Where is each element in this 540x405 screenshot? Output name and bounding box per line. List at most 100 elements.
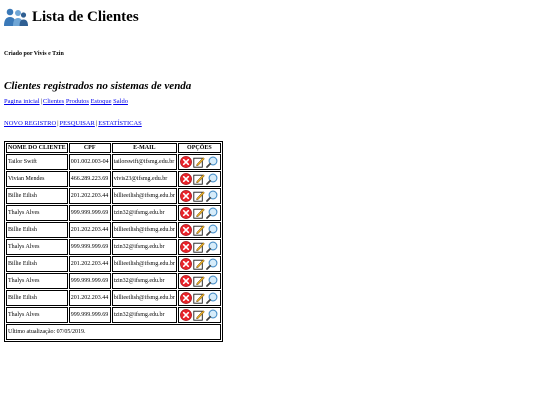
cell-email: tailorswift@ifsmg.edu.br bbox=[111, 154, 177, 170]
table-footer-row: Ultimo atualização: 07/05/2019. bbox=[6, 324, 221, 340]
cell-cpf: 201.202.203.44 bbox=[68, 256, 111, 272]
cell-nome: Thalys Alves bbox=[6, 307, 68, 323]
search-link[interactable]: PESQUISAR bbox=[60, 120, 95, 127]
cell-email: billieeilish@ifsmg.edu.br bbox=[111, 256, 177, 272]
search-icon[interactable] bbox=[205, 224, 218, 236]
cell-opcoes bbox=[177, 205, 221, 221]
cell-cpf: 201.202.203.44 bbox=[68, 188, 111, 204]
page-title: Lista de Clientes bbox=[32, 9, 139, 25]
cell-nome: Thalys Alves bbox=[6, 239, 68, 255]
edit-icon[interactable] bbox=[193, 309, 205, 321]
nav-link-clientes[interactable]: Clientes bbox=[43, 98, 64, 105]
delete-icon[interactable] bbox=[179, 275, 192, 287]
cell-opcoes bbox=[177, 290, 221, 306]
table-row: Billie Eilish 201.202.203.44 billieeilish@… bbox=[6, 290, 221, 306]
table-row: Tailor Swift 001.002.003-04 tailorswift@if… bbox=[6, 154, 221, 170]
cell-email: tzin32@ifsmg.edu.br bbox=[111, 307, 177, 323]
edit-icon[interactable] bbox=[193, 241, 205, 253]
nav-link-estoque[interactable]: Estoque bbox=[91, 98, 112, 105]
clients-table: NOME DO CLIENTE CPF E-MAIL OPÇÕES Tailor… bbox=[4, 141, 223, 342]
edit-icon[interactable] bbox=[193, 224, 205, 236]
delete-icon[interactable] bbox=[179, 156, 192, 168]
cell-nome: Vivian Mendes bbox=[6, 171, 68, 187]
cell-email: tzin32@ifsmg.edu.br bbox=[111, 239, 177, 255]
search-icon[interactable] bbox=[205, 292, 218, 304]
cell-email: tzin32@ifsmg.edu.br bbox=[111, 273, 177, 289]
page: Lista de Clientes Criado por Vivis e Tzi… bbox=[4, 6, 534, 342]
table-row: Billie Eilish 201.202.203.44 billieeilish@… bbox=[6, 188, 221, 204]
delete-icon[interactable] bbox=[179, 173, 192, 185]
cell-nome: Thalys Alves bbox=[6, 273, 68, 289]
cell-cpf: 999.999.999.69 bbox=[68, 307, 111, 323]
cell-nome: Tailor Swift bbox=[6, 154, 68, 170]
edit-icon[interactable] bbox=[193, 190, 205, 202]
edit-icon[interactable] bbox=[193, 292, 205, 304]
nav-link-saldo[interactable]: Saldo bbox=[113, 98, 128, 105]
search-icon[interactable] bbox=[205, 156, 218, 168]
col-header-cpf: CPF bbox=[68, 143, 111, 153]
cell-nome: Billie Eilish bbox=[6, 256, 68, 272]
table-row: Thalys Alves 999.999.999.69 tzin32@ifsmg.e… bbox=[6, 205, 221, 221]
cell-cpf: 001.002.003-04 bbox=[68, 154, 111, 170]
cell-opcoes bbox=[177, 222, 221, 238]
title-row: Lista de Clientes bbox=[4, 6, 534, 28]
delete-icon[interactable] bbox=[179, 190, 192, 202]
cell-email: billieeilish@ifsmg.edu.br bbox=[111, 188, 177, 204]
cell-opcoes bbox=[177, 273, 221, 289]
delete-icon[interactable] bbox=[179, 224, 192, 236]
cell-email: billieeilish@ifsmg.edu.br bbox=[111, 222, 177, 238]
table-row: Thalys Alves 999.999.999.69 tzin32@ifsmg.e… bbox=[6, 307, 221, 323]
col-header-nome: NOME DO CLIENTE bbox=[6, 143, 68, 153]
cell-email: vivis23@ifsmg.edu.br bbox=[111, 171, 177, 187]
col-header-opcoes: OPÇÕES bbox=[177, 143, 221, 153]
last-update: Ultimo atualização: 07/05/2019. bbox=[6, 324, 221, 340]
cell-nome: Billie Eilish bbox=[6, 290, 68, 306]
delete-icon[interactable] bbox=[179, 241, 192, 253]
search-icon[interactable] bbox=[205, 241, 218, 253]
cell-cpf: 999.999.999.69 bbox=[68, 205, 111, 221]
nav-link-produtos[interactable]: Produtos bbox=[66, 98, 89, 105]
edit-icon[interactable] bbox=[193, 173, 205, 185]
edit-icon[interactable] bbox=[193, 258, 205, 270]
search-icon[interactable] bbox=[205, 258, 218, 270]
new-record-link[interactable]: NOVO REGISTRO bbox=[4, 120, 56, 127]
table-row: Thalys Alves 999.999.999.69 tzin32@ifsmg.e… bbox=[6, 239, 221, 255]
edit-icon[interactable] bbox=[193, 207, 205, 219]
search-icon[interactable] bbox=[205, 207, 218, 219]
search-icon[interactable] bbox=[205, 190, 218, 202]
author-credit: Criado por Vivis e Tzin bbox=[4, 51, 64, 57]
table-row: Vivian Mendes 466.289.223.69 vivis23@ifsmg… bbox=[6, 171, 221, 187]
nav-link-inicio[interactable]: Pagina inicial bbox=[4, 98, 40, 105]
cell-cpf: 999.999.999.69 bbox=[68, 239, 111, 255]
main-nav: Pagina inicial|Clientes Produtos Estoque… bbox=[4, 98, 534, 105]
col-header-email: E-MAIL bbox=[111, 143, 177, 153]
table-row: Billie Eilish 201.202.203.44 billieeilish@… bbox=[6, 222, 221, 238]
cell-opcoes bbox=[177, 256, 221, 272]
cell-cpf: 201.202.203.44 bbox=[68, 290, 111, 306]
table-header-row: NOME DO CLIENTE CPF E-MAIL OPÇÕES bbox=[6, 143, 221, 153]
search-icon[interactable] bbox=[205, 275, 218, 287]
cell-cpf: 999.999.999.69 bbox=[68, 273, 111, 289]
delete-icon[interactable] bbox=[179, 309, 192, 321]
cell-opcoes bbox=[177, 307, 221, 323]
statistics-link[interactable]: ESTATÍSTICAS bbox=[98, 120, 142, 127]
cell-opcoes bbox=[177, 188, 221, 204]
actions-bar: NOVO REGISTRO|PESQUISAR|ESTATÍSTICAS bbox=[4, 120, 534, 127]
delete-icon[interactable] bbox=[179, 207, 192, 219]
cell-nome: Billie Eilish bbox=[6, 222, 68, 238]
cell-email: tzin32@ifsmg.edu.br bbox=[111, 205, 177, 221]
delete-icon[interactable] bbox=[179, 258, 192, 270]
cell-nome: Thalys Alves bbox=[6, 205, 68, 221]
edit-icon[interactable] bbox=[193, 156, 205, 168]
cell-nome: Billie Eilish bbox=[6, 188, 68, 204]
cell-cpf: 201.202.203.44 bbox=[68, 222, 111, 238]
cell-opcoes bbox=[177, 239, 221, 255]
cell-cpf: 466.289.223.69 bbox=[68, 171, 111, 187]
search-icon[interactable] bbox=[205, 309, 218, 321]
table-row: Thalys Alves 999.999.999.69 tzin32@ifsmg.e… bbox=[6, 273, 221, 289]
cell-opcoes bbox=[177, 171, 221, 187]
edit-icon[interactable] bbox=[193, 275, 205, 287]
search-icon[interactable] bbox=[205, 173, 218, 185]
delete-icon[interactable] bbox=[179, 292, 192, 304]
table-row: Billie Eilish 201.202.203.44 billieeilish@… bbox=[6, 256, 221, 272]
